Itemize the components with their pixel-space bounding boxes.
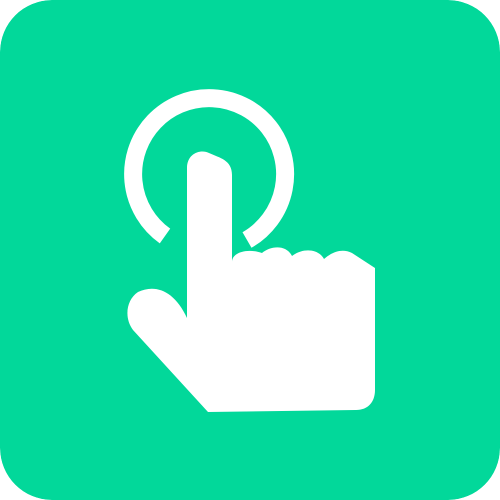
icon-background [0, 0, 500, 500]
tap-app-icon[interactable] [0, 0, 500, 500]
tap-gesture-icon [0, 0, 500, 500]
